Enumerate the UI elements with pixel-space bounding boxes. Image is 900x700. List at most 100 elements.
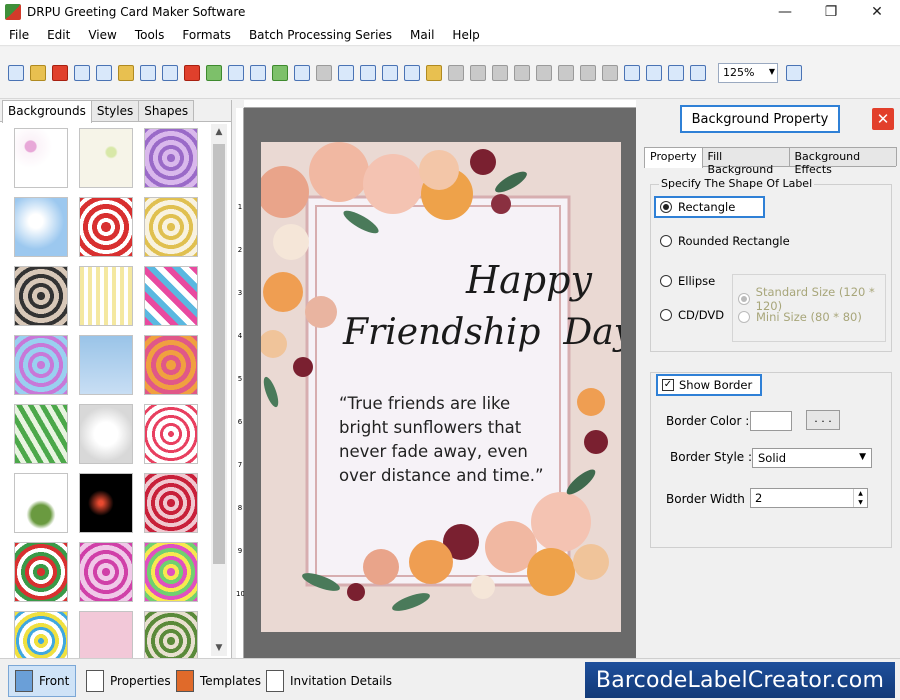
save-icon[interactable]	[72, 62, 92, 84]
close-file-icon[interactable]	[50, 62, 70, 84]
word-art-icon[interactable]	[292, 62, 312, 84]
thumbnail-baby[interactable]	[79, 128, 133, 188]
radio-rectangle[interactable]: Rectangle	[654, 196, 765, 218]
text-box-icon[interactable]	[358, 62, 378, 84]
line-icon[interactable]	[402, 62, 422, 84]
thumbnail-christmas[interactable]	[14, 542, 68, 602]
menu-view[interactable]: View	[79, 28, 125, 42]
radio-mini-size[interactable]: Mini Size (80 * 80)	[738, 310, 862, 324]
thumbnail-clouds[interactable]	[14, 197, 68, 257]
border-color-swatch[interactable]	[750, 411, 792, 431]
thumbnail-butterflies[interactable]	[144, 542, 198, 602]
menu-file[interactable]: File	[0, 28, 38, 42]
radio-rounded-rectangle[interactable]: Rounded Rectangle	[660, 234, 790, 248]
thumbnail-yellow-dots[interactable]	[79, 266, 133, 326]
menu-help[interactable]: Help	[443, 28, 488, 42]
thumbnail-doodle[interactable]	[14, 128, 68, 188]
border-width-stepper[interactable]: 2 ▲ ▼	[750, 488, 868, 508]
zoom-in-icon[interactable]	[688, 62, 708, 84]
minimize-button[interactable]: —	[762, 0, 808, 24]
database-icon[interactable]	[424, 62, 444, 84]
radio-cd-dvd[interactable]: CD/DVD	[660, 308, 724, 322]
tab-templates[interactable]: Templates	[170, 665, 267, 697]
menu-formats[interactable]: Formats	[173, 28, 240, 42]
copy-icon[interactable]	[512, 62, 532, 84]
fit-window-icon[interactable]	[666, 62, 686, 84]
card-heading-happy[interactable]: Happy	[466, 258, 592, 302]
zoom-select[interactable]: 125% ▼	[718, 62, 778, 83]
scroll-up-icon[interactable]: ▲	[211, 124, 227, 140]
show-border-checkbox[interactable]: ✓ Show Border	[656, 374, 762, 396]
export-icon[interactable]	[116, 62, 136, 84]
thumbnail-celebration[interactable]	[144, 404, 198, 464]
menu-mail[interactable]: Mail	[401, 28, 443, 42]
thumbnail-snowflakes[interactable]	[79, 335, 133, 395]
scroll-thumb[interactable]	[213, 144, 225, 564]
save-as-icon[interactable]	[94, 62, 114, 84]
border-color-button[interactable]: . . .	[806, 410, 840, 430]
scroll-down-icon[interactable]: ▼	[211, 640, 227, 656]
new-icon[interactable]	[6, 62, 26, 84]
send-back-icon[interactable]	[600, 62, 620, 84]
bring-front-icon[interactable]	[578, 62, 598, 84]
picture-icon[interactable]	[270, 62, 290, 84]
thumbnail-trees[interactable]	[14, 404, 68, 464]
menu-batch-processing[interactable]: Batch Processing Series	[240, 28, 401, 42]
undo-icon[interactable]	[446, 62, 466, 84]
tab-shapes[interactable]: Shapes	[138, 100, 195, 121]
grid-icon[interactable]	[622, 62, 642, 84]
thumbnail-hearts[interactable]	[144, 473, 198, 533]
tab-front[interactable]: Front	[8, 665, 77, 697]
copy-design-icon[interactable]	[182, 62, 202, 84]
thumbnail-strawberries[interactable]	[79, 197, 133, 257]
menu-tools[interactable]: Tools	[126, 28, 174, 42]
thumbnail-snowmen[interactable]	[144, 611, 198, 658]
text-icon[interactable]	[336, 62, 356, 84]
thumbnail-flowers[interactable]	[144, 335, 198, 395]
radio-ellipse[interactable]: Ellipse	[660, 274, 715, 288]
thumbnail-colorful-circles[interactable]	[14, 335, 68, 395]
thumbnail-pink[interactable]	[79, 611, 133, 658]
thumbnail-fireworks[interactable]	[79, 473, 133, 533]
greeting-card[interactable]: Happy Friendship Day “True friends are l…	[261, 142, 621, 632]
maximize-button[interactable]: ❐	[808, 0, 854, 24]
barcode-icon[interactable]	[314, 62, 334, 84]
open-icon[interactable]	[28, 62, 48, 84]
stepper-arrows-icon[interactable]: ▲ ▼	[853, 489, 867, 507]
thumbnail-pink-bubbles[interactable]	[79, 542, 133, 602]
line-tool-icon[interactable]	[204, 62, 224, 84]
cut-icon[interactable]	[490, 62, 510, 84]
actual-size-icon[interactable]	[644, 62, 664, 84]
zoom-out-icon[interactable]	[784, 62, 804, 84]
print-icon[interactable]	[160, 62, 180, 84]
redo-icon[interactable]	[468, 62, 488, 84]
tab-invitation-details[interactable]: Invitation Details	[260, 665, 398, 697]
paste-icon[interactable]	[534, 62, 554, 84]
radio-standard-size[interactable]: Standard Size (120 * 120)	[738, 285, 900, 313]
thumbnail-gifts[interactable]	[144, 266, 198, 326]
tab-property[interactable]: Property	[644, 147, 703, 168]
card-heading-friendship-day[interactable]: Friendship Day	[343, 312, 621, 353]
delete-icon[interactable]	[556, 62, 576, 84]
card-quote[interactable]: “True friends are like bright sunflowers…	[339, 392, 559, 488]
tab-fill-background[interactable]: Fill Background	[701, 147, 790, 176]
thumbnail-purple-floral[interactable]	[144, 128, 198, 188]
thumbnail-stars[interactable]	[14, 611, 68, 658]
image-tool-icon[interactable]	[226, 62, 246, 84]
tab-styles[interactable]: Styles	[90, 100, 140, 121]
thumbnail-leaves[interactable]	[144, 197, 198, 257]
close-button[interactable]: ✕	[854, 0, 900, 24]
signature-icon[interactable]	[380, 62, 400, 84]
tab-background-effects[interactable]: Background Effects	[788, 147, 897, 176]
close-panel-icon[interactable]: ✕	[872, 108, 894, 130]
tab-properties[interactable]: Properties	[80, 665, 177, 697]
border-style-select[interactable]: Solid ▼	[752, 448, 872, 468]
thumbnail-dark-floral[interactable]	[14, 266, 68, 326]
pencil-tool-icon[interactable]	[248, 62, 268, 84]
print-preview-icon[interactable]	[138, 62, 158, 84]
thumbnail-scrollbar[interactable]: ▲ ▼	[211, 124, 227, 656]
tab-backgrounds[interactable]: Backgrounds	[2, 100, 92, 123]
menu-edit[interactable]: Edit	[38, 28, 79, 42]
thumbnail-ornament[interactable]	[14, 473, 68, 533]
thumbnail-heart[interactable]	[79, 404, 133, 464]
